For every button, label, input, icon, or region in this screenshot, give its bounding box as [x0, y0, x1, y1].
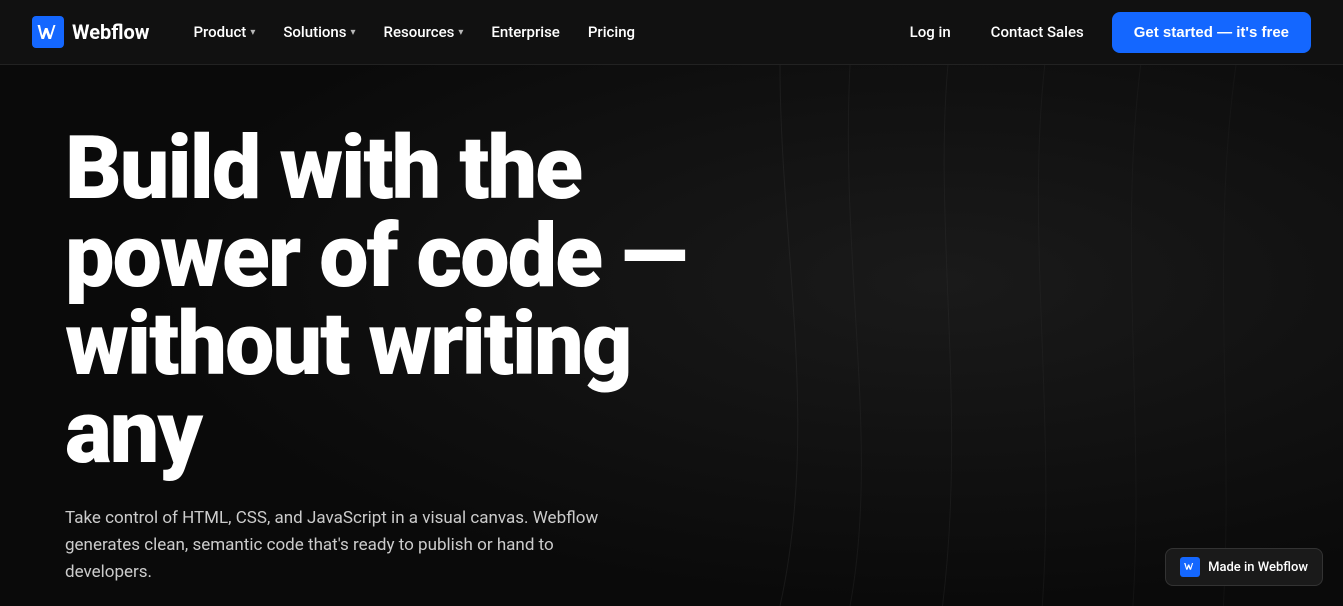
chevron-down-icon: ▾ [250, 27, 255, 38]
nav-item-product[interactable]: Product ▾ [181, 15, 267, 49]
nav-left: Webflow Product ▾ Solutions ▾ Resources … [32, 15, 647, 49]
hero-content: Build with the power of code — without w… [65, 125, 705, 606]
nav-label-solutions: Solutions [283, 23, 346, 41]
made-in-webflow-badge[interactable]: Made in Webflow [1165, 548, 1323, 586]
nav-item-solutions[interactable]: Solutions ▾ [271, 15, 367, 49]
nav-right: Log in Contact Sales Get started — it's … [898, 12, 1311, 53]
webflow-logo-icon [32, 16, 64, 48]
nav-label-resources: Resources [384, 23, 455, 41]
hero-subtitle: Take control of HTML, CSS, and JavaScrip… [65, 505, 605, 587]
login-link[interactable]: Log in [898, 15, 963, 49]
contact-sales-link[interactable]: Contact Sales [979, 15, 1096, 49]
made-in-webflow-text: Made in Webflow [1208, 560, 1308, 575]
nav-links: Product ▾ Solutions ▾ Resources ▾ Enterp… [181, 15, 647, 49]
logo[interactable]: Webflow [32, 16, 149, 48]
get-started-button[interactable]: Get started — it's free [1112, 12, 1311, 53]
chevron-down-icon: ▾ [351, 27, 356, 38]
nav-label-enterprise: Enterprise [491, 23, 559, 41]
nav-label-product: Product [193, 23, 246, 41]
hero-section: Build with the power of code — without w… [0, 65, 1343, 606]
nav-item-resources[interactable]: Resources ▾ [372, 15, 476, 49]
brand-name: Webflow [72, 20, 149, 44]
hero-title: Build with the power of code — without w… [65, 125, 705, 477]
nav-item-pricing[interactable]: Pricing [576, 15, 647, 49]
nav-label-pricing: Pricing [588, 23, 635, 41]
nav-item-enterprise[interactable]: Enterprise [479, 15, 571, 49]
navbar: Webflow Product ▾ Solutions ▾ Resources … [0, 0, 1343, 65]
chevron-down-icon: ▾ [458, 27, 463, 38]
webflow-badge-icon [1180, 557, 1200, 577]
